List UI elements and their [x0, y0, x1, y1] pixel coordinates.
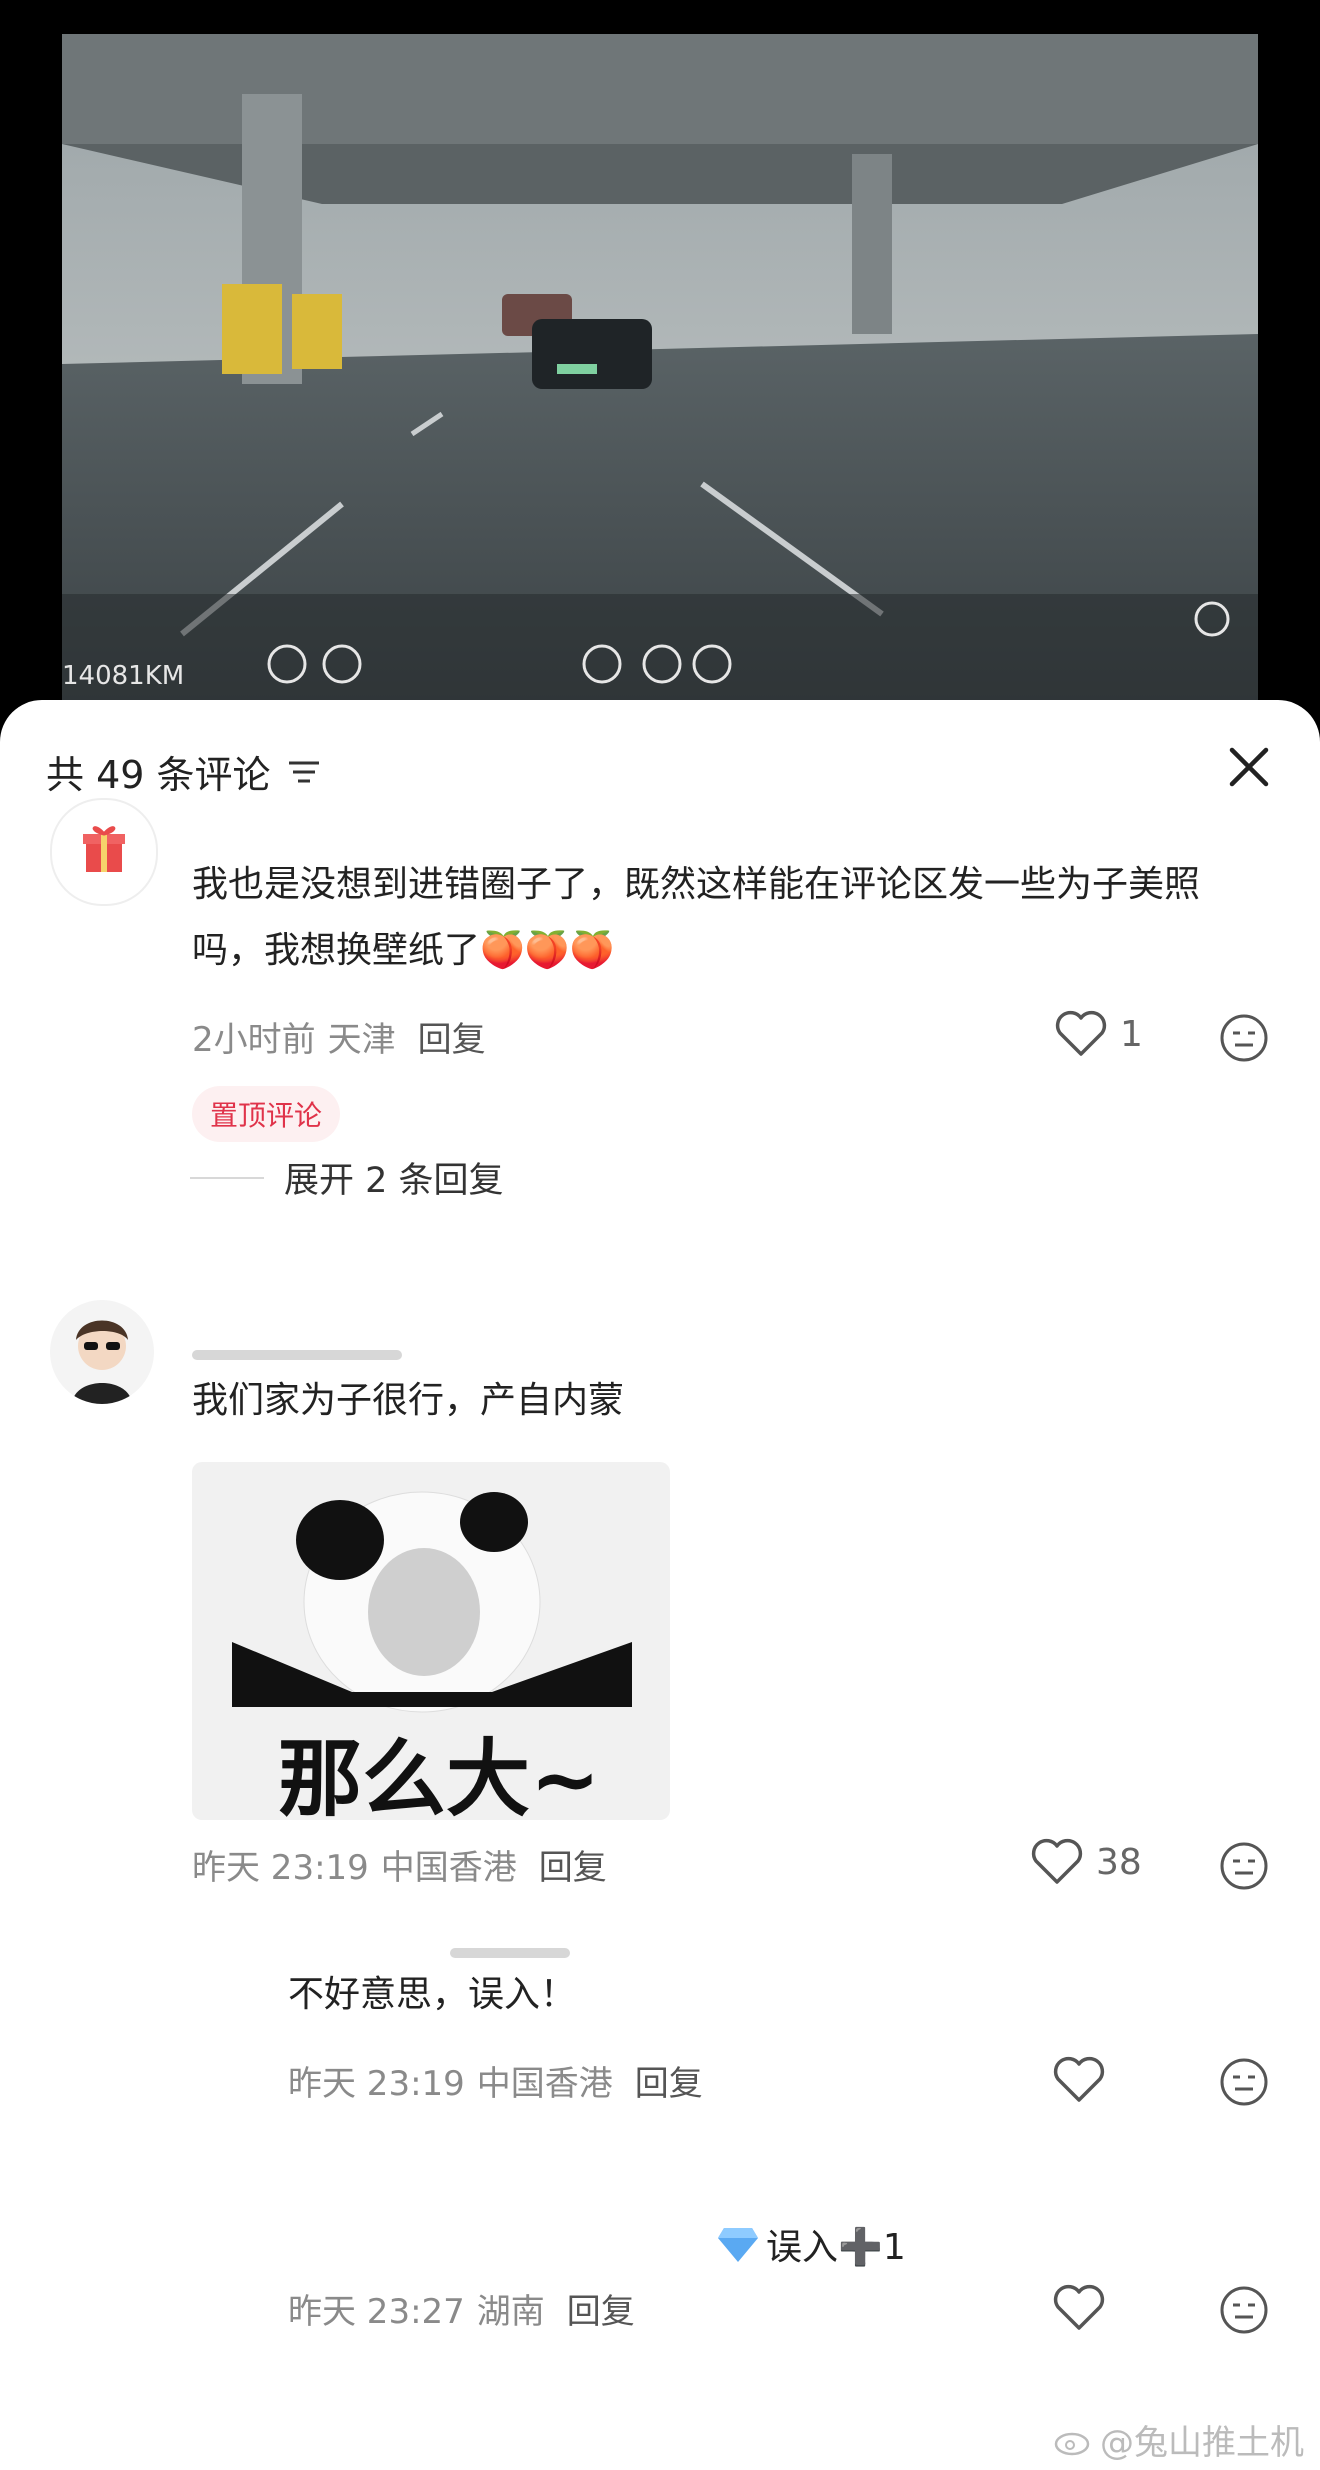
- comment-header: 共 49 条评论: [46, 744, 323, 799]
- comment-body: 我也是没想到进错圈子了，既然这样能在评论区发一些为子美照吗，我想换壁纸了: [192, 864, 1201, 971]
- comment-location: 天津: [327, 1020, 396, 1060]
- heart-icon: [1055, 1010, 1107, 1056]
- comment-meta: 昨天 23:19 中国香港 回复: [192, 1840, 607, 1889]
- peach-emoji: 🍑🍑🍑: [480, 930, 615, 971]
- emoji-face-icon[interactable]: [1218, 1840, 1270, 1892]
- weibo-logo-icon: [1054, 2432, 1090, 2455]
- reply-time: 昨天 23:27: [288, 2292, 465, 2332]
- reply-button[interactable]: 回复: [539, 1840, 607, 1889]
- avatar[interactable]: [50, 1300, 154, 1404]
- username-clipped: [450, 1948, 570, 1958]
- meme-sticker-image[interactable]: 那么大~: [192, 1462, 670, 1820]
- reply-location: 湖南: [476, 2292, 545, 2332]
- watermark: @兔山推土机: [1054, 2415, 1304, 2464]
- reply-button[interactable]: 回复: [418, 1012, 486, 1061]
- pinned-badge: 置顶评论: [192, 1086, 341, 1142]
- reply-meta: 昨天 23:19 中国香港 回复: [288, 2056, 703, 2105]
- comment-meta: 2小时前 天津 回复: [192, 1012, 486, 1061]
- reply-time: 昨天 23:19: [288, 2064, 465, 2104]
- heart-icon[interactable]: [1052, 2056, 1106, 2104]
- comment-time: 2小时前: [192, 1020, 316, 1060]
- emoji-face-icon[interactable]: [1218, 1012, 1270, 1064]
- video-player[interactable]: 14081KM: [62, 34, 1258, 700]
- odometer-readout: 14081KM: [62, 661, 184, 691]
- like-button[interactable]: 1: [1054, 1010, 1143, 1058]
- filter-icon[interactable]: [285, 757, 323, 787]
- username-clipped: [192, 1350, 402, 1360]
- avatar[interactable]: [50, 798, 158, 906]
- comment-location: 中国香港: [380, 1848, 517, 1888]
- heart-icon: [1031, 1838, 1083, 1884]
- comment-text: 我们家为子很行，产自内蒙: [192, 1380, 625, 1421]
- reply-text: 误入➕1: [766, 2227, 906, 2268]
- close-icon[interactable]: [1222, 740, 1276, 794]
- reply-meta: 昨天 23:27 湖南 回复: [288, 2284, 635, 2333]
- reply-button[interactable]: 回复: [567, 2284, 635, 2333]
- expand-replies-button[interactable]: 展开 2 条回复: [190, 1152, 504, 1203]
- reply-button[interactable]: 回复: [635, 2056, 703, 2105]
- reply-text-row: 误入➕1: [716, 2218, 906, 2270]
- reply-location: 中国香港: [476, 2064, 613, 2104]
- diamond-icon: [718, 2228, 758, 2262]
- emoji-face-icon[interactable]: [1218, 2284, 1270, 2336]
- reply-text: 不好意思，误入！: [288, 1974, 577, 2015]
- comment-sheet: 共 49 条评论 我也是没想到进错圈子了，既然这样能在评论区发一些为子美照吗，我…: [0, 700, 1320, 2470]
- like-count: 1: [1120, 1013, 1143, 1055]
- comment-count-title: 共 49 条评论: [46, 753, 271, 797]
- emoji-face-icon[interactable]: [1218, 2056, 1270, 2108]
- heart-icon[interactable]: [1052, 2284, 1106, 2332]
- divider: [190, 1176, 264, 1179]
- comment-text: 我也是没想到进错圈子了，既然这样能在评论区发一些为子美照吗，我想换壁纸了🍑🍑🍑: [192, 852, 1252, 984]
- like-button[interactable]: 38: [1030, 1838, 1142, 1886]
- like-count: 38: [1096, 1841, 1142, 1883]
- sunglasses-avatar-icon: [72, 1320, 132, 1404]
- expand-replies-label: 展开 2 条回复: [284, 1161, 504, 1201]
- gift-icon: [83, 826, 125, 872]
- watermark-text: @兔山推土机: [1100, 2423, 1304, 2463]
- sticker-caption: 那么大~: [278, 1730, 601, 1820]
- comment-time: 昨天 23:19: [192, 1848, 369, 1888]
